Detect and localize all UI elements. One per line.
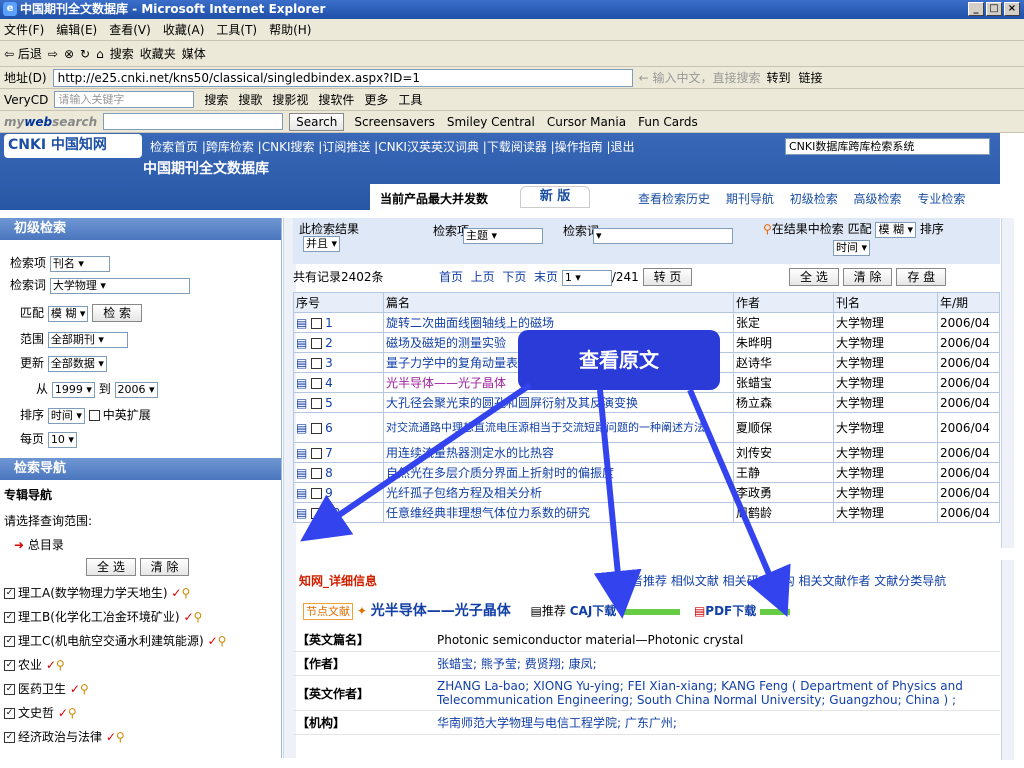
- arrow-to-caj: [593, 389, 642, 619]
- arrow-to-row: [300, 382, 532, 542]
- arrows-overlay: [300, 382, 791, 619]
- arrow-to-pdf: [687, 388, 791, 618]
